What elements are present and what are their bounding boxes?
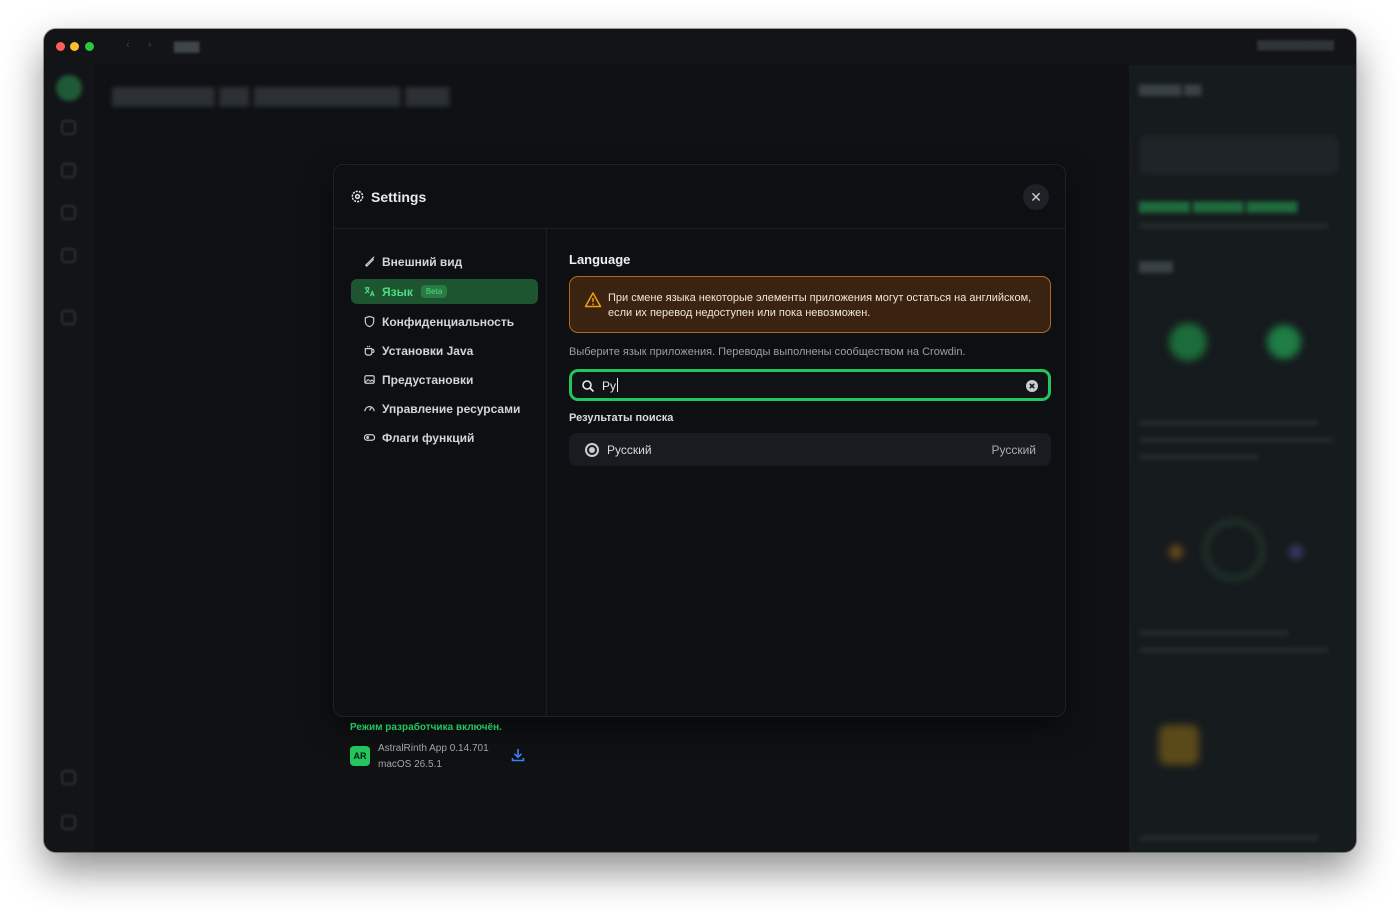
sidebar-item-label: Внешний вид (382, 254, 463, 269)
text-line (1139, 420, 1319, 426)
gear-icon (351, 190, 364, 203)
sidebar-item-privacy[interactable]: Конфиденциальность (351, 309, 538, 334)
app-logo: AR (350, 746, 370, 766)
beta-badge: Beta (420, 285, 448, 298)
right-panel-heading: ▇▇▇▇▇ ▇▇ (1139, 84, 1202, 96)
sidebar-item-label: Предустановки (382, 372, 474, 387)
modal-header: Settings ✕ (334, 165, 1065, 229)
sidebar-item-label: Конфиденциальность (382, 314, 515, 329)
sidebar-item-presets[interactable]: Предустановки (351, 367, 538, 392)
breadcrumb: ▇▇▇ (174, 41, 200, 53)
warning-text: При смене языка некоторые элементы прило… (608, 292, 1032, 319)
brush-icon (364, 256, 375, 267)
sidebar-item-label: Язык (382, 284, 413, 299)
logo-graphic (1267, 325, 1301, 359)
back-arrow-icon[interactable]: ‹ (126, 39, 130, 51)
download-icon[interactable] (510, 747, 526, 763)
toggle-icon (363, 434, 376, 441)
search-results-label: Результаты поиска (569, 412, 674, 424)
warning-icon (584, 292, 602, 308)
network-graphic (1204, 520, 1264, 580)
os-version: macOS 26.5.1 (378, 759, 442, 770)
warning-banner: При смене языка некоторые элементы прило… (569, 276, 1051, 333)
sidebar-item-resources[interactable]: Управление ресурсами (351, 396, 538, 421)
language-icon (364, 286, 375, 297)
right-panel-link[interactable]: ▇▇▇▇▇▇ ▇▇▇▇▇▇ ▇▇▇▇▇▇ (1139, 200, 1297, 213)
language-native-name: Русский (991, 443, 1036, 457)
settings-icon[interactable] (61, 770, 76, 785)
right-panel: ▇▇▇▇▇ ▇▇ ▇▇▇▇▇▇ ▇▇▇▇▇▇ ▇▇▇▇▇▇ ▇▇▇▇ (1129, 65, 1356, 852)
text-line (1139, 647, 1329, 653)
sidebar-item-label: Установки Java (382, 343, 474, 358)
sidebar-item-appearance[interactable]: Внешний вид (351, 249, 538, 274)
add-icon[interactable] (61, 310, 76, 325)
left-rail (44, 65, 94, 852)
text-line (1139, 630, 1289, 636)
sidebar-item-label: Управление ресурсами (382, 401, 521, 416)
forward-arrow-icon[interactable]: › (148, 39, 152, 51)
sidebar-item-label: Флаги функций (382, 430, 475, 445)
language-search-input[interactable]: Ру (569, 369, 1051, 401)
text-line (1139, 454, 1259, 460)
coffee-icon (364, 345, 375, 356)
gallery-icon (364, 375, 375, 384)
app-logo-icon[interactable] (56, 75, 82, 101)
sidebar-item-language[interactable]: Язык Beta (351, 279, 538, 304)
sidebar-item-feature-flags[interactable]: Флаги функций (351, 425, 538, 450)
shield-icon (364, 315, 375, 328)
app-version: AstralRinth App 0.14.701 (378, 743, 489, 754)
section-title: Language (569, 252, 631, 267)
titlebar-status: ▇▇▇▇▇▇▇▇▇▇ (1257, 40, 1334, 51)
gauge-icon (364, 406, 375, 412)
text-line (1139, 437, 1334, 443)
search-value[interactable]: Ру (602, 378, 619, 393)
account-card[interactable] (1139, 135, 1339, 175)
right-panel-subheading: ▇▇▇▇ (1139, 261, 1173, 273)
language-hint: Выберите язык приложения. Переводы выпол… (569, 346, 966, 358)
network-node (1289, 545, 1303, 559)
text-line (1139, 835, 1319, 841)
sidebar-item-java[interactable]: Установки Java (351, 338, 538, 363)
browse-icon[interactable] (61, 205, 76, 220)
search-icon (582, 380, 595, 393)
zoom-window-button[interactable] (85, 42, 94, 51)
text-line (1139, 223, 1329, 229)
language-name: Русский (607, 443, 652, 457)
clear-icon[interactable] (1025, 379, 1039, 393)
close-button[interactable]: ✕ (1023, 184, 1049, 210)
close-icon: ✕ (1030, 189, 1042, 205)
radio-selected-icon[interactable] (585, 443, 599, 457)
logo-graphic (1169, 323, 1207, 361)
title-bar: ‹ › ▇▇▇ ▇▇▇▇▇▇▇▇▇▇ (44, 29, 1356, 65)
modal-title: Settings (371, 189, 427, 205)
network-node (1169, 545, 1183, 559)
language-option[interactable]: Русский Русский (569, 433, 1051, 466)
library-icon[interactable] (61, 163, 76, 178)
settings-sidebar: Внешний вид Язык Beta Конфиденциальность… (334, 229, 547, 770)
account-icon[interactable] (61, 815, 76, 830)
close-window-button[interactable] (56, 42, 65, 51)
promo-graphic (1159, 725, 1199, 765)
servers-icon[interactable] (61, 248, 76, 263)
dev-mode-notice: Режим разработчика включён. (350, 722, 502, 733)
home-icon[interactable] (61, 120, 76, 135)
minimize-window-button[interactable] (70, 42, 79, 51)
settings-modal: Settings ✕ Внешний вид Язык Beta Конфиде… (333, 164, 1066, 770)
